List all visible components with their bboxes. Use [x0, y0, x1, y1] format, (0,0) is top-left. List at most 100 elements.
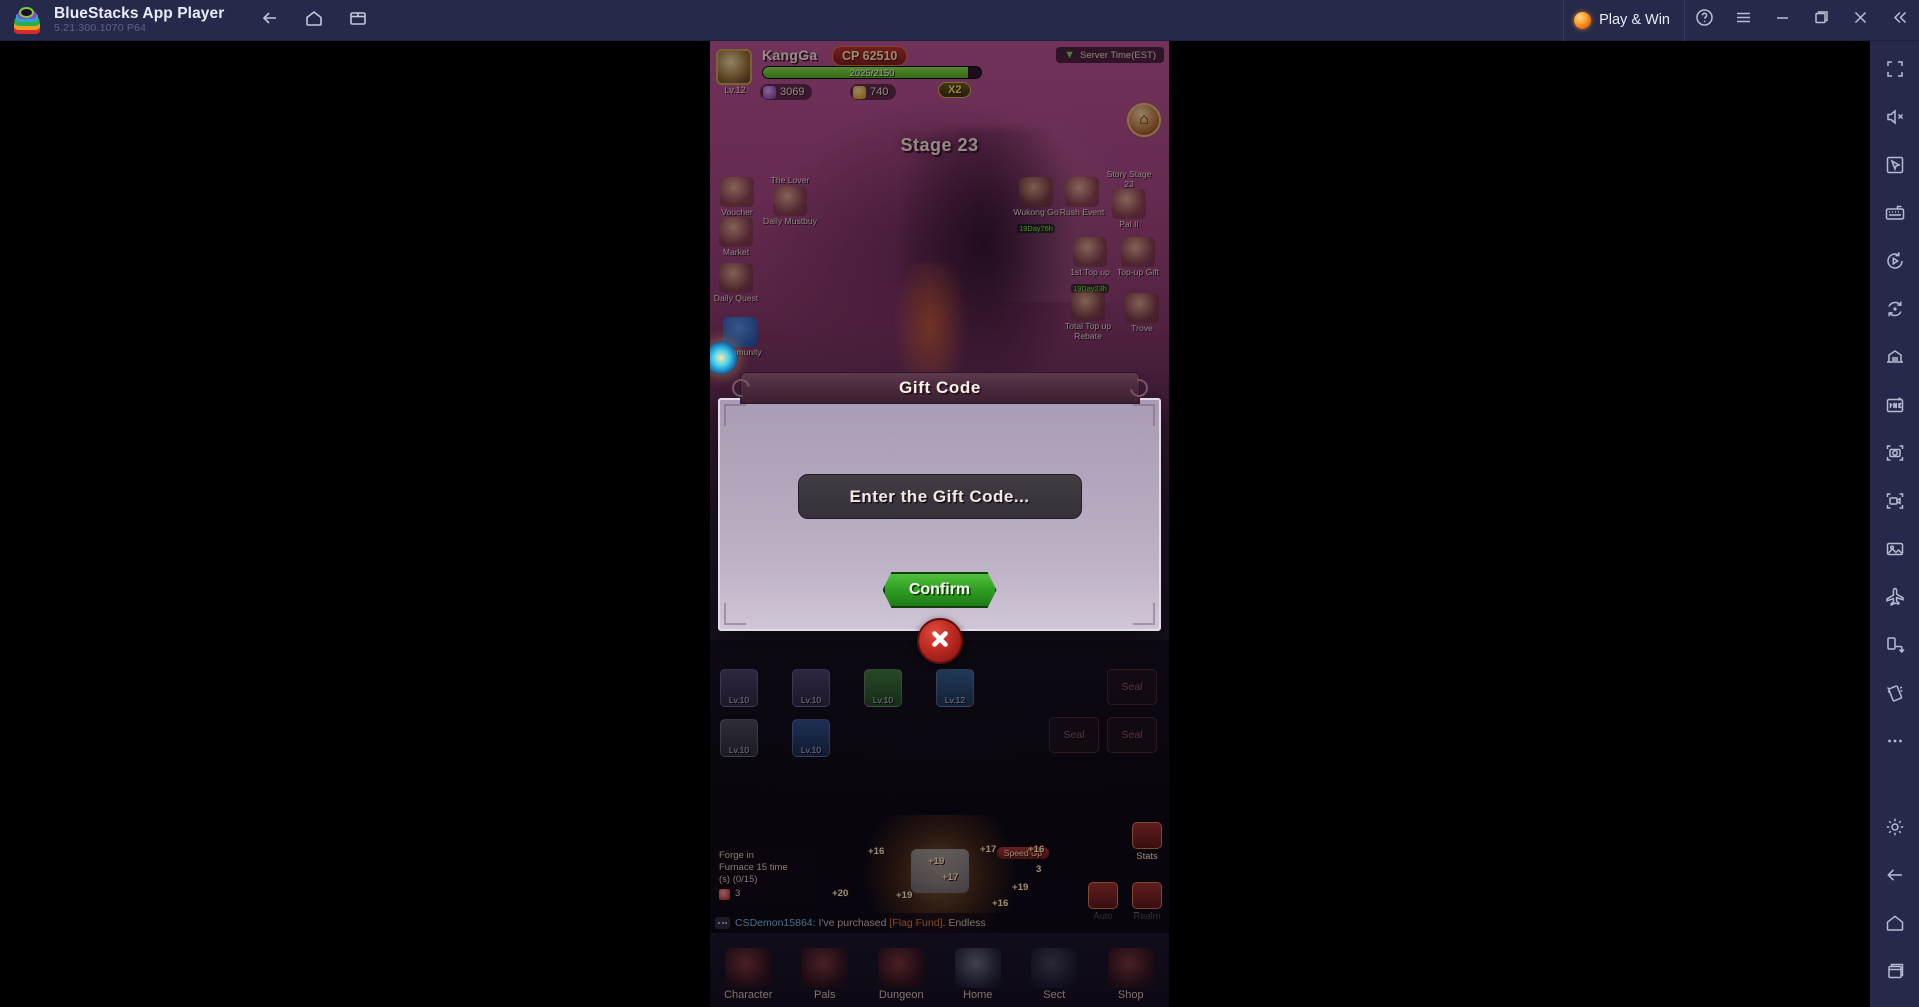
xp-text: 2025/2150: [849, 68, 895, 79]
gift-code-placeholder: Enter the Gift Code...: [849, 486, 1030, 506]
back-button[interactable]: [252, 5, 288, 35]
forge-line-3: (s) (0/15): [719, 874, 758, 885]
event-story-stage-label: Story Stage 23: [1106, 169, 1152, 189]
sidebar-android-recents[interactable]: [1875, 953, 1915, 993]
nav-home-label: Home: [963, 989, 993, 1001]
server-time-badge[interactable]: ▼ Server Time(EST): [1056, 47, 1164, 63]
confirm-label: Confirm: [908, 581, 971, 598]
stats-label: Stats: [1136, 850, 1158, 861]
sidebar-record-screen[interactable]: [1875, 483, 1915, 523]
gift-code-dialog: Enter the Gift Code... Confirm Gift Code: [718, 372, 1161, 664]
gem-icon: [763, 85, 776, 99]
equip-slot[interactable]: Lv.10: [720, 719, 758, 757]
equip-slot[interactable]: Lv.10: [792, 719, 830, 757]
auto-icon: [1088, 882, 1118, 909]
realm-icon: [1132, 882, 1162, 909]
sidebar-android-home[interactable]: [1875, 905, 1915, 945]
play-circle-icon: [1884, 250, 1906, 277]
nav-character[interactable]: Character: [714, 948, 782, 1001]
event-wukong-label: Wukong Go: [1013, 207, 1059, 217]
sidebar-more-options[interactable]: [1875, 723, 1915, 763]
maximize-button[interactable]: [1802, 0, 1841, 41]
resource-gem[interactable]: 3069: [760, 84, 813, 100]
cp-badge[interactable]: CP 62510: [832, 46, 908, 66]
event-story-stage[interactable]: Story Stage 23 Pal II: [1103, 169, 1155, 230]
sidebar-settings[interactable]: [1875, 809, 1915, 849]
avatar[interactable]: [716, 49, 752, 85]
event-wukong-timer: 19Day76h: [1017, 223, 1055, 233]
sidebar-pointer-mode[interactable]: [1875, 147, 1915, 187]
trove-icon: [1125, 293, 1159, 323]
minimize-button[interactable]: [1763, 0, 1802, 41]
event-total-rebate[interactable]: Total Top up Rebate: [1059, 291, 1117, 341]
shake-icon: [1884, 682, 1906, 709]
stats-button[interactable]: Stats: [1127, 822, 1167, 861]
home-button[interactable]: [296, 5, 332, 35]
event-trove[interactable]: Trove: [1119, 293, 1165, 334]
confirm-button[interactable]: Confirm: [882, 572, 997, 608]
sidebar-screenshot[interactable]: [1875, 435, 1915, 475]
arrow-left-icon: [1884, 864, 1906, 891]
help-button[interactable]: [1685, 0, 1724, 41]
enhancement-value: +16: [1028, 844, 1045, 855]
sidebar-rotate[interactable]: [1875, 627, 1915, 667]
pals-icon: [801, 948, 848, 988]
nav-pals-label: Pals: [814, 989, 836, 1001]
menu-button[interactable]: [1724, 0, 1763, 41]
sect-icon: [1031, 948, 1078, 988]
close-button[interactable]: [1841, 0, 1880, 41]
minimize-icon: [1772, 7, 1793, 33]
nav-shop[interactable]: Shop: [1097, 948, 1165, 1001]
seal-slot[interactable]: Seal: [1049, 717, 1099, 753]
stage-label: Stage 23: [900, 135, 979, 155]
sidebar-shake[interactable]: [1875, 675, 1915, 715]
sidebar-install-apk[interactable]: [1875, 387, 1915, 427]
sidebar-fullscreen[interactable]: [1875, 51, 1915, 91]
game-home-button[interactable]: ⌂: [1127, 103, 1161, 137]
voucher-icon: [720, 177, 754, 207]
left-swirl-ornament: [728, 375, 754, 401]
speed-badge[interactable]: X2: [938, 82, 972, 98]
collapse-sidebar-button[interactable]: [1880, 0, 1919, 41]
multi-instance-button[interactable]: [340, 5, 376, 35]
sidebar-keyboard[interactable]: [1875, 195, 1915, 235]
equip-slot[interactable]: Lv.12: [936, 669, 974, 707]
emulator-screen[interactable]: Lv.12 KangGa CP 62510 2025/2150 3069 740…: [710, 41, 1169, 1007]
total-rebate-icon: [1071, 291, 1105, 321]
seal-slot[interactable]: Seal: [1107, 669, 1157, 705]
event-first-topup[interactable]: 1st Top up 19Day23h: [1067, 237, 1113, 296]
nav-dungeon[interactable]: Dungeon: [867, 948, 935, 1001]
play-and-win-button[interactable]: Play & Win: [1563, 0, 1685, 41]
event-rush[interactable]: Rush Event: [1059, 177, 1105, 218]
event-topup-gift[interactable]: Top-up Gift: [1115, 237, 1161, 278]
sidebar-android-back[interactable]: [1875, 857, 1915, 897]
sidebar-media-manager[interactable]: [1875, 531, 1915, 571]
event-market-label: Market: [722, 247, 750, 257]
sidebar-macro-recorder[interactable]: [1875, 243, 1915, 283]
sidebar-instance-manager[interactable]: [1875, 339, 1915, 379]
seal-slot[interactable]: Seal: [1107, 717, 1157, 753]
equip-slot[interactable]: Lv.10: [864, 669, 902, 707]
event-market[interactable]: Market: [713, 217, 759, 258]
equip-slot[interactable]: Lv.10: [720, 669, 758, 707]
chat-bar[interactable]: CSDemon15864: I've purchased [Flag Fund]…: [710, 913, 1169, 933]
equip-slot[interactable]: Lv.10: [792, 669, 830, 707]
chat-text-a: I've purchased: [815, 917, 890, 929]
resource-gold[interactable]: 740: [850, 84, 897, 100]
gift-code-input[interactable]: Enter the Gift Code...: [797, 474, 1082, 519]
nav-home[interactable]: Home: [944, 948, 1012, 1001]
sidebar-volume[interactable]: [1875, 99, 1915, 139]
sidebar-sync-operations[interactable]: [1875, 291, 1915, 331]
event-wukong-go[interactable]: Wukong Go 19Day76h: [1013, 177, 1059, 236]
event-daily-mustbuy-label: Daily Mustbuy: [763, 215, 817, 226]
close-dialog-button[interactable]: [916, 618, 963, 664]
event-daily-quest[interactable]: Daily Quest: [713, 263, 759, 304]
sidebar-eco-mode[interactable]: [1875, 579, 1915, 619]
event-the-lover[interactable]: The Lover Daily Mustbuy: [754, 175, 826, 226]
event-topup-gift-label: Top-up Gift: [1116, 267, 1160, 277]
dialog-corner-ornament: [724, 603, 746, 625]
nav-sect[interactable]: Sect: [1020, 948, 1088, 1001]
nav-pals[interactable]: Pals: [791, 948, 859, 1001]
market-icon: [719, 217, 753, 247]
server-time-label: Server Time(EST): [1079, 49, 1156, 61]
